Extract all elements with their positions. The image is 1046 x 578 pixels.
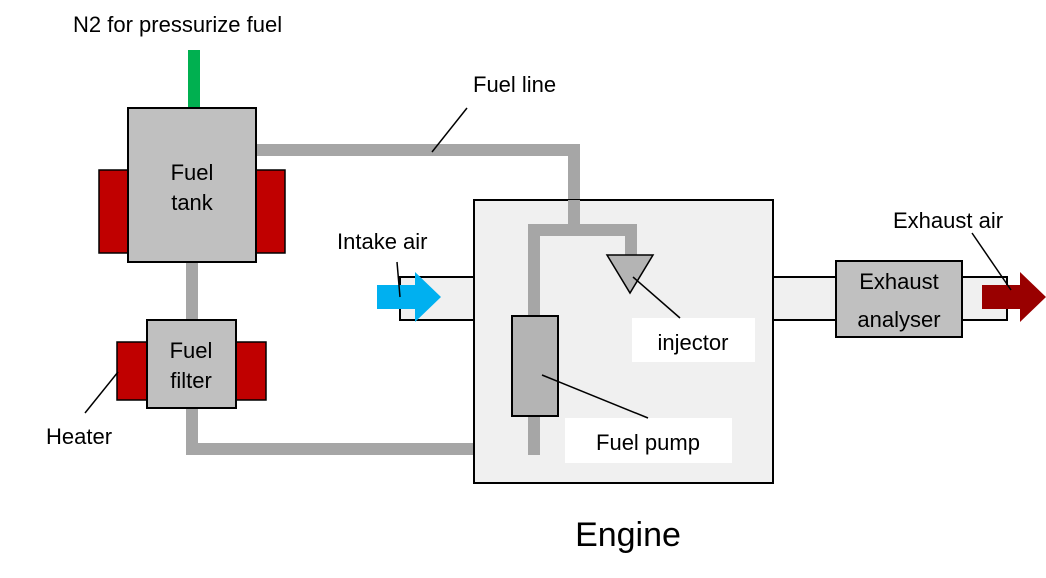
heater-tank-left — [98, 169, 129, 254]
injector-label: injector — [658, 330, 729, 355]
injector-feed-down — [625, 224, 637, 256]
fuel-tank-label-2: tank — [171, 190, 214, 215]
exhaust-analyser-label-1: Exhaust — [859, 269, 939, 294]
heater-label: Heater — [46, 424, 112, 449]
heater-leader — [84, 371, 119, 414]
fuel-filter-label-2: filter — [170, 368, 212, 393]
injector-feed-horizontal — [528, 224, 637, 236]
tank-filter-pipe — [186, 262, 198, 320]
fuel-system-diagram: N2 for pressurize fuel Fuel tank Fuel fi… — [46, 12, 1046, 554]
heater-filter-right — [235, 341, 267, 401]
heater-tank-right — [255, 169, 286, 254]
pump-feed-up — [528, 224, 540, 316]
heater-filter-left — [116, 341, 148, 401]
fuel-filter-label-1: Fuel — [170, 338, 213, 363]
n2-label: N2 for pressurize fuel — [73, 12, 282, 37]
pump-inlet — [528, 416, 540, 455]
engine-label: Engine — [575, 516, 681, 554]
fuel-filter — [146, 319, 237, 409]
fuel-tank — [127, 107, 257, 263]
intake-air-label: Intake air — [337, 229, 428, 254]
fuel-line-top — [256, 144, 580, 156]
fuel-pump — [511, 315, 559, 417]
fuel-pump-label: Fuel pump — [596, 430, 700, 455]
exhaust-analyser-label-2: analyser — [857, 307, 940, 332]
exhaust-air-label: Exhaust air — [893, 208, 1003, 233]
n2-pipe — [188, 50, 200, 108]
fuel-line-label: Fuel line — [473, 72, 556, 97]
fuel-tank-label-1: Fuel — [171, 160, 214, 185]
